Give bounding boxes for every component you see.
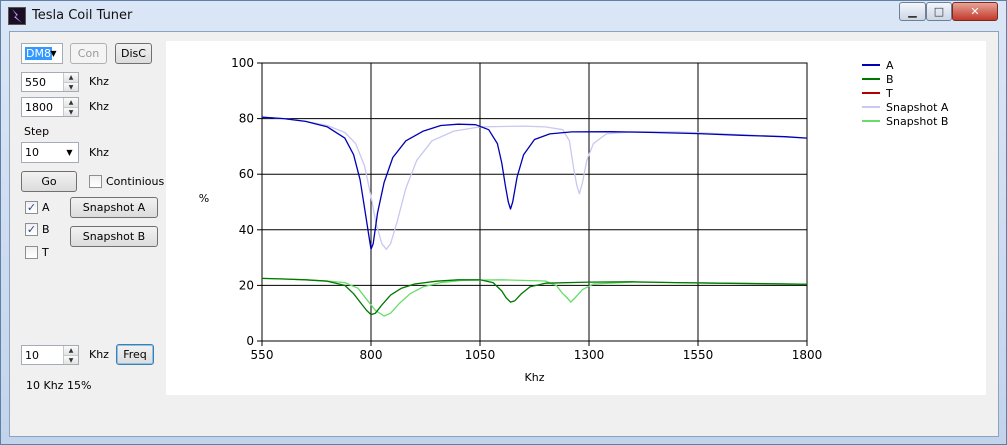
- snapshot-a-button[interactable]: Snapshot A: [70, 197, 158, 218]
- legend-label: Snapshot A: [886, 101, 949, 114]
- end-freq-value: 1800: [25, 101, 53, 114]
- title-bar[interactable]: Tesla Coil Tuner ▁ □ ✕: [1, 1, 1006, 31]
- spin-down-icon[interactable]: ▼: [64, 82, 78, 91]
- window-title: Tesla Coil Tuner: [32, 8, 133, 23]
- freq-button[interactable]: Freq: [116, 344, 154, 365]
- end-freq-unit: Khz: [89, 100, 109, 113]
- close-button[interactable]: ✕: [952, 2, 998, 21]
- channel-t-label: T: [42, 246, 49, 259]
- x-tick-label: 550: [251, 348, 274, 362]
- channel-b-label: B: [42, 223, 50, 236]
- step-unit: Khz: [89, 146, 109, 159]
- legend-label: Snapshot B: [886, 115, 948, 128]
- checkmark-icon: ✓: [26, 201, 37, 214]
- spin-down-icon[interactable]: ▼: [64, 107, 78, 116]
- y-axis-label: %: [199, 192, 209, 205]
- chevron-down-icon: ▼: [50, 49, 57, 58]
- minimize-icon: ▁: [908, 5, 917, 18]
- connect-button[interactable]: Con: [70, 43, 107, 64]
- legend-label: T: [885, 87, 893, 100]
- x-tick-label: 800: [360, 348, 383, 362]
- freq-value: 10: [25, 349, 39, 362]
- spin-up-icon[interactable]: ▲: [64, 73, 78, 82]
- chart-area: 550 800 1050 1300 1550 1800 0 20 40 60 80 100 Khz% A B…: [166, 41, 986, 395]
- freq-unit: Khz: [89, 348, 109, 361]
- x-tick-label: 1550: [683, 348, 714, 362]
- step-label: Step: [24, 125, 50, 138]
- y-tick-label: 80: [239, 112, 254, 126]
- plot-background: [262, 63, 807, 341]
- channel-a-checkbox[interactable]: ✓: [25, 201, 38, 214]
- app-icon: [8, 7, 26, 25]
- step-combo-value: 10: [25, 146, 39, 159]
- snapshot-b-button[interactable]: Snapshot B: [70, 226, 158, 247]
- spin-up-icon[interactable]: ▲: [64, 98, 78, 107]
- channel-a-label: A: [42, 201, 50, 214]
- start-freq-unit: Khz: [89, 75, 109, 88]
- step-combo[interactable]: 10 ▼: [21, 142, 79, 163]
- frequency-response-chart: 550 800 1050 1300 1550 1800 0 20 40 60 80 100 Khz% AB…: [199, 56, 949, 384]
- minimize-button[interactable]: ▁: [899, 2, 926, 21]
- disconnect-button[interactable]: DisC: [115, 43, 152, 64]
- maximize-icon: □: [933, 5, 945, 18]
- freq-stepper[interactable]: 10 ▲ ▼: [21, 345, 79, 365]
- chevron-down-icon: ▼: [66, 148, 73, 157]
- legend-label: A: [886, 59, 894, 72]
- y-tick-label: 100: [231, 56, 254, 70]
- y-tick-label: 40: [239, 223, 254, 237]
- y-tick-label: 60: [239, 167, 254, 181]
- end-freq-stepper[interactable]: 1800 ▲ ▼: [21, 97, 79, 117]
- channel-b-checkbox[interactable]: ✓: [25, 223, 38, 236]
- spin-up-icon[interactable]: ▲: [64, 346, 78, 355]
- go-button[interactable]: Go: [21, 171, 77, 192]
- checkmark-icon: ✓: [26, 223, 37, 236]
- x-tick-label: 1800: [792, 348, 823, 362]
- x-axis-label: Khz: [525, 371, 545, 384]
- y-tick-label: 0: [246, 334, 254, 348]
- start-freq-value: 550: [25, 76, 46, 89]
- lightning-icon: [12, 9, 22, 23]
- start-freq-stepper[interactable]: 550 ▲ ▼: [21, 72, 79, 92]
- x-tick-label: 1050: [465, 348, 496, 362]
- continuous-checkbox[interactable]: [89, 175, 102, 188]
- main-window: Tesla Coil Tuner ▁ □ ✕ DM8 ▼ Con DisC 55…: [0, 0, 1007, 445]
- maximize-button[interactable]: □: [926, 2, 952, 21]
- status-text: 10 Khz 15%: [26, 379, 92, 392]
- channel-t-checkbox[interactable]: [25, 246, 38, 259]
- y-tick-label: 20: [239, 278, 254, 292]
- spin-down-icon[interactable]: ▼: [64, 355, 78, 364]
- device-combo[interactable]: DM8 ▼: [21, 43, 63, 64]
- close-icon: ✕: [970, 5, 980, 18]
- x-tick-label: 1300: [574, 348, 605, 362]
- legend-label: B: [886, 73, 894, 86]
- client-area: DM8 ▼ Con DisC 550 ▲ ▼ Khz 1800 ▲ ▼ Khz St…: [9, 31, 999, 437]
- continuous-label: Continious: [106, 175, 165, 188]
